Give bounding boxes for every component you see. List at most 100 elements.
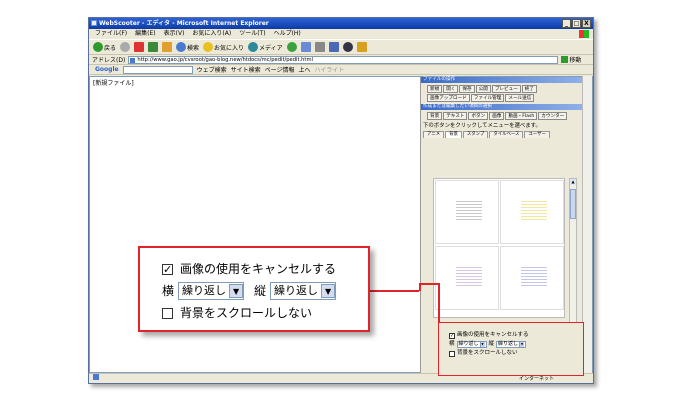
- window-title: WebScooter - エディタ - Microsoft Internet E…: [99, 20, 269, 27]
- save-button[interactable]: 保存: [459, 85, 475, 93]
- menu-help[interactable]: ヘルプ(H): [274, 29, 301, 39]
- up-button[interactable]: 上へ: [299, 65, 311, 74]
- repeat-row: 横 繰り返し ▼ 縦 繰り返し ▼: [162, 280, 368, 302]
- exit-button[interactable]: 終了: [521, 85, 537, 93]
- search-icon: [176, 42, 187, 52]
- publish-button[interactable]: 公開: [475, 85, 491, 93]
- menu-bar: ファイル(F) 編集(E) 表示(V) お気に入り(A) ツール(T) ヘルプ(…: [89, 29, 593, 39]
- counter-button[interactable]: カウンター: [538, 112, 568, 120]
- options-highlight-small: ✓ 画像の使用をキャンセルする 横 繰り返し ▼ 縦 繰り返し ▼ 背景をスクロール…: [438, 322, 584, 376]
- callout-line: [369, 290, 419, 292]
- tab-background[interactable]: 背景: [445, 131, 462, 138]
- new-button[interactable]: 新規: [427, 85, 443, 93]
- title-bar: WebScooter - エディタ - Microsoft Internet E…: [89, 18, 593, 29]
- menu-tools[interactable]: ツール(T): [239, 29, 265, 39]
- search-button[interactable]: 検索: [176, 42, 199, 52]
- mail-icon[interactable]: [300, 42, 311, 52]
- back-button[interactable]: 戻る: [93, 42, 116, 52]
- google-logo[interactable]: Google: [95, 66, 119, 73]
- window-controls: _ □ X: [562, 19, 591, 28]
- address-url: http://www.gao.jp/cvsroot/gao-blog.new/h…: [137, 56, 313, 63]
- no-scroll-label-small: 背景をスクロールしない: [457, 350, 518, 356]
- menu-favorites[interactable]: お気に入り(A): [192, 29, 231, 39]
- stop-icon[interactable]: [134, 42, 145, 52]
- thumbnail-1[interactable]: [435, 180, 499, 244]
- chevron-down-icon: ▼: [519, 342, 525, 347]
- thumbnail-scrollbar[interactable]: ▲ ▼: [569, 178, 577, 336]
- favorites-button[interactable]: お気に入り: [203, 42, 244, 52]
- google-search-input[interactable]: [122, 65, 193, 74]
- go-button[interactable]: 移動: [561, 55, 581, 64]
- tab-anime[interactable]: アニメ: [423, 131, 445, 138]
- forward-arrow-icon[interactable]: [120, 42, 131, 52]
- callout-line: [419, 283, 440, 285]
- vertical-repeat-value-small: 繰り返し: [498, 341, 519, 347]
- refresh-icon[interactable]: [148, 42, 159, 52]
- button-button[interactable]: ボタン: [468, 112, 489, 120]
- highlight-button[interactable]: ハイライト: [315, 65, 345, 74]
- favorites-label: お気に入り: [214, 44, 245, 52]
- no-scroll-checkbox[interactable]: [162, 307, 173, 319]
- power-icon[interactable]: [342, 42, 353, 52]
- minimize-button[interactable]: _: [562, 19, 571, 28]
- no-scroll-checkbox-small[interactable]: [449, 350, 455, 357]
- horizontal-repeat-select[interactable]: 繰り返し ▼: [178, 282, 245, 300]
- close-button[interactable]: X: [582, 19, 591, 28]
- scroll-thumb[interactable]: [570, 189, 576, 219]
- thumbnail-2[interactable]: [500, 180, 564, 244]
- home-icon[interactable]: [162, 42, 173, 52]
- tab-tile-base[interactable]: タイルベース: [489, 131, 524, 138]
- chevron-down-icon: ▼: [321, 284, 336, 298]
- messenger-icon[interactable]: [356, 42, 367, 52]
- chevron-down-icon: ▼: [479, 342, 485, 347]
- image-upload-button[interactable]: 画像アップロード: [427, 94, 470, 102]
- open-button[interactable]: 開く: [443, 85, 459, 93]
- background-button[interactable]: 背景: [427, 112, 443, 120]
- horizontal-repeat-value: 繰り返し: [182, 284, 227, 297]
- cancel-image-label: 画像の使用をキャンセルする: [180, 262, 337, 276]
- cancel-image-label-small: 画像の使用をキャンセルする: [457, 332, 529, 338]
- tab-stamp[interactable]: スタンプ: [462, 131, 489, 138]
- no-scroll-row-small: 背景をスクロールしない: [449, 349, 583, 358]
- tab-user[interactable]: ユーザー: [524, 131, 550, 138]
- media-button[interactable]: メディア: [248, 42, 283, 52]
- send-mail-button[interactable]: メール送信: [505, 94, 535, 102]
- edit-icon[interactable]: [328, 42, 339, 52]
- page-info-button[interactable]: ページ情報: [265, 65, 295, 74]
- preview-button[interactable]: プレビュー: [491, 85, 521, 93]
- cancel-image-checkbox-small[interactable]: ✓: [449, 332, 455, 339]
- menu-file[interactable]: ファイル(F): [95, 29, 127, 39]
- go-arrow-icon: [561, 56, 569, 63]
- options-callout-zoom: ✓ 画像の使用をキャンセルする 横 繰り返し ▼ 縦 繰り返し ▼ 背景をスクロール…: [138, 246, 370, 332]
- thumbnail-4[interactable]: [500, 246, 564, 310]
- thumbnail-3[interactable]: [435, 246, 499, 310]
- callout-line: [438, 283, 440, 323]
- cancel-image-checkbox[interactable]: ✓: [162, 263, 173, 275]
- web-search-button[interactable]: ウェブ検索: [197, 65, 227, 74]
- chevron-down-icon: ▼: [229, 284, 244, 298]
- text-button[interactable]: テキスト: [443, 112, 468, 120]
- vertical-repeat-select-small[interactable]: 繰り返し ▼: [496, 341, 527, 348]
- vertical-repeat-select[interactable]: 繰り返し ▼: [270, 282, 337, 300]
- video-flash-button[interactable]: 動画・Flash: [505, 112, 538, 120]
- print-icon[interactable]: [314, 42, 325, 52]
- scroll-up-icon[interactable]: ▲: [570, 179, 576, 185]
- google-toolbar: Google ウェブ検索 サイト検索 ページ情報 上へ ハイライト: [89, 65, 593, 75]
- menu-hint: 下のボタンをクリックしてメニューを選べます。: [423, 123, 541, 129]
- menu-view[interactable]: 表示(V): [164, 29, 185, 39]
- site-search-button[interactable]: サイト検索: [231, 65, 261, 74]
- cancel-image-row-zoom: ✓ 画像の使用をキャンセルする: [162, 258, 368, 280]
- address-input[interactable]: http://www.gao.jp/cvsroot/gao-blog.new/h…: [128, 55, 559, 64]
- thumbnail-pattern: [456, 265, 482, 287]
- image-button[interactable]: 画像: [489, 112, 505, 120]
- no-scroll-row: 背景をスクロールしない: [162, 302, 368, 324]
- horizontal-repeat-select-small[interactable]: 繰り返し ▼: [456, 341, 487, 348]
- file-manager-button[interactable]: ファイル管理: [470, 94, 505, 102]
- menu-edit[interactable]: 編集(E): [135, 29, 155, 39]
- edit-buttons: 背景 テキスト ボタン 画像 動画・Flash カウンター: [421, 110, 582, 122]
- thumbnail-pattern: [521, 265, 547, 287]
- page-status-icon: [93, 374, 99, 380]
- maximize-button[interactable]: □: [572, 19, 581, 28]
- history-icon[interactable]: [286, 42, 297, 52]
- ie-icon: [91, 20, 97, 26]
